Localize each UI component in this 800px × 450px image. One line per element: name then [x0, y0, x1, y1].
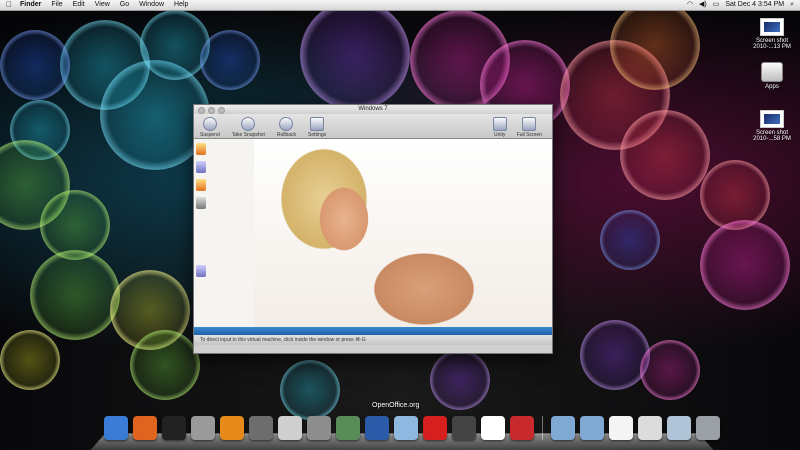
suspend-label: Suspend — [200, 132, 220, 138]
window-title: Windows 7 — [358, 106, 388, 112]
dock-item-steam[interactable] — [452, 416, 476, 440]
suspend-button[interactable]: Suspend — [200, 117, 220, 138]
snapshot-icon — [241, 117, 256, 131]
full-screen-button[interactable]: Full Screen — [517, 117, 542, 138]
dock-hover-label: OpenOffice.org — [372, 402, 420, 409]
menu-edit[interactable]: Edit — [73, 0, 85, 10]
guest-icon[interactable] — [196, 143, 206, 155]
desktop-icon-label: Screen shot 2010-...58 PM — [753, 130, 791, 142]
dock-item-calculator[interactable] — [307, 416, 331, 440]
guest-icon[interactable] — [196, 161, 206, 173]
vm-toolbar: Suspend Take Snapshot Rollback Settings … — [194, 114, 552, 139]
dock-item-terminal[interactable] — [162, 416, 186, 440]
guest-taskbar[interactable] — [194, 327, 552, 335]
zoom-button[interactable] — [218, 107, 225, 114]
minimize-button[interactable] — [208, 107, 215, 114]
menu-finder[interactable]: Finder — [20, 0, 41, 10]
dock-item-document[interactable] — [609, 416, 633, 440]
desktop-icon-screenshot-1[interactable]: Screen shot 2010-...13 PM — [747, 18, 797, 50]
spotlight-icon[interactable]: ⌕ — [790, 0, 794, 10]
desktop-icon-screenshot-2[interactable]: Screen shot 2010-...58 PM — [747, 110, 797, 142]
dock-item-vlc[interactable] — [220, 416, 244, 440]
dock-item-trash[interactable] — [696, 416, 720, 440]
guest-icon[interactable] — [196, 265, 206, 277]
dock-item-stamp-app[interactable] — [191, 416, 215, 440]
screenshot-icon — [760, 110, 784, 128]
dock-separator — [542, 416, 543, 440]
vm-window[interactable]: Windows 7 Suspend Take Snapshot Rollback… — [193, 104, 553, 354]
window-controls — [198, 107, 225, 114]
dock-item-folder-2[interactable] — [580, 416, 604, 440]
dock-item-iphoto[interactable] — [336, 416, 360, 440]
rollback-button[interactable]: Rollback — [277, 117, 296, 138]
menu-file[interactable]: File — [51, 0, 62, 10]
dock-item-ical[interactable] — [423, 416, 447, 440]
unity-label: Unity — [494, 132, 506, 138]
settings-icon — [310, 117, 325, 131]
dock-item-parallels[interactable] — [510, 416, 534, 440]
desktop-icon-label: Screen shot 2010-...13 PM — [753, 38, 791, 50]
unity-button[interactable]: Unity — [492, 117, 507, 138]
menu-bar:  Finder File Edit View Go Window Help ◠… — [0, 0, 800, 11]
dock-item-openoffice[interactable] — [365, 416, 389, 440]
guest-wallpaper-image — [254, 139, 552, 335]
menu-help[interactable]: Help — [174, 0, 188, 10]
dock-item-drive[interactable] — [638, 416, 662, 440]
menu-go[interactable]: Go — [120, 0, 129, 10]
take-snapshot-label: Take Snapshot — [231, 132, 265, 138]
clock[interactable]: Sat Dec 4 3:54 PM — [725, 0, 784, 10]
guest-icon[interactable] — [196, 197, 206, 209]
desktop-icon-label: Apps — [765, 84, 779, 90]
dock-item-stack[interactable] — [667, 416, 691, 440]
rollback-icon — [279, 117, 294, 131]
hard-drive-icon — [761, 62, 783, 82]
vm-status-bar: To direct input to this virtual machine,… — [194, 335, 552, 345]
volume-icon[interactable]: ◀) — [699, 0, 707, 10]
take-snapshot-button[interactable]: Take Snapshot — [232, 117, 265, 138]
desktop-icon-apps[interactable]: Apps — [747, 62, 797, 90]
dock-item-gmail[interactable] — [481, 416, 505, 440]
settings-label: Settings — [308, 132, 327, 138]
dock-item-photo-app[interactable] — [249, 416, 273, 440]
settings-button[interactable]: Settings — [308, 117, 326, 138]
dock-item-mail-app[interactable] — [394, 416, 418, 440]
dock-item-folder-1[interactable] — [551, 416, 575, 440]
dock-item-finder[interactable] — [104, 416, 128, 440]
wifi-icon[interactable]: ◠ — [687, 0, 693, 10]
close-button[interactable] — [198, 107, 205, 114]
vm-titlebar[interactable]: Windows 7 — [194, 105, 552, 114]
dock — [104, 410, 720, 440]
status-menus: ◠ ◀) ▭ Sat Dec 4 3:54 PM ⌕ — [687, 0, 794, 10]
rollback-label: Rollback — [276, 132, 297, 138]
pause-icon — [202, 117, 217, 131]
apple-menu-icon[interactable]:  — [6, 0, 14, 10]
dock-item-firefox[interactable] — [133, 416, 157, 440]
guest-desktop-icons — [196, 143, 210, 277]
full-screen-label: Full Screen — [516, 132, 542, 138]
full-screen-icon — [522, 117, 537, 131]
vm-guest-screen[interactable] — [194, 139, 552, 335]
unity-icon — [492, 117, 507, 131]
screenshot-icon — [760, 18, 784, 36]
dock-item-preview[interactable] — [278, 416, 302, 440]
menu-view[interactable]: View — [95, 0, 110, 10]
guest-icon[interactable] — [196, 179, 206, 191]
menu-window[interactable]: Window — [139, 0, 164, 10]
battery-icon[interactable]: ▭ — [713, 0, 720, 10]
